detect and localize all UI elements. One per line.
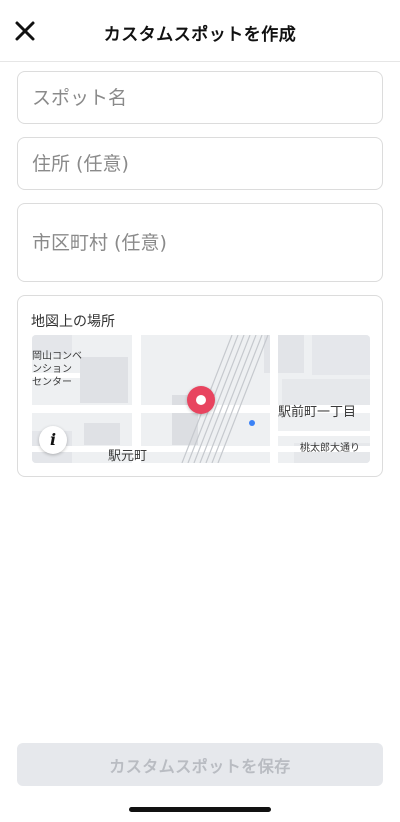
city-field[interactable]: [17, 203, 383, 282]
home-indicator: [129, 807, 271, 812]
spot-name-field[interactable]: [17, 71, 383, 124]
spot-name-input[interactable]: [18, 72, 382, 123]
save-spot-button[interactable]: カスタムスポットを保存: [17, 743, 383, 786]
map-view[interactable]: 岡山コンベ ンション センター 駅前町一丁目 桃太郎大通り 駅元町 i: [32, 335, 370, 463]
map-info-button[interactable]: i: [39, 426, 67, 454]
page-title: カスタムスポットを作成: [103, 25, 297, 45]
map-place-label: 桃太郎大通り: [300, 443, 360, 454]
map-location-card: 地図上の場所 岡山コンベ ンション センター 駅前町一丁目 桃太郎大通り 駅元町…: [17, 295, 383, 477]
city-input[interactable]: [18, 204, 382, 281]
map-place-label: 駅前町一丁目: [278, 405, 357, 420]
map-place-label: 駅元町: [108, 449, 148, 463]
map-place-label: 岡山コンベ ンション センター: [32, 351, 82, 388]
pin-center: [196, 395, 206, 405]
map-location-label: 地図上の場所: [31, 314, 115, 330]
header: カスタムスポットを作成: [0, 0, 400, 62]
address-field[interactable]: [17, 137, 383, 190]
location-pin-icon[interactable]: [187, 386, 215, 414]
address-input[interactable]: [18, 138, 382, 189]
